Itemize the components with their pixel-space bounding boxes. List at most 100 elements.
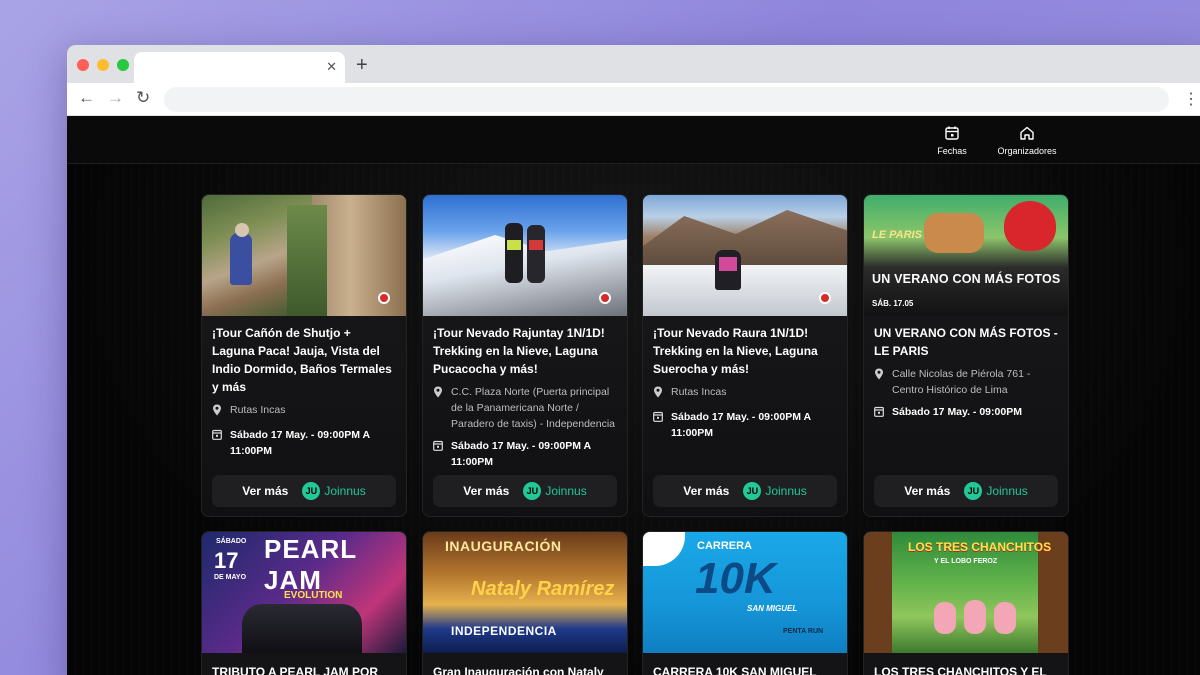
joinnus-label: Joinnus	[765, 484, 807, 498]
browser-menu-icon[interactable]: ⋮	[1183, 89, 1199, 109]
poster-sub: SAN MIGUEL	[747, 604, 798, 613]
new-tab-icon[interactable]: +	[356, 54, 368, 77]
event-image-poster-verano: LE PARIS UN VERANO CON MÁS FOTOS SÁB. 17…	[864, 195, 1068, 316]
events-grid: ¡Tour Cañón de Shutjo + Laguna Paca! Jau…	[67, 164, 1200, 675]
reload-icon[interactable]: ↻	[136, 88, 150, 108]
event-card[interactable]: CARRERA 10K SAN MIGUEL PENTA RUN CARRERA…	[642, 531, 848, 675]
close-window-icon[interactable]	[77, 59, 89, 71]
event-image-poster-chanchitos: LOS TRES CHANCHITOS Y EL LOBO FEROZ	[864, 532, 1068, 653]
joinnus-brand: JU Joinnus	[743, 482, 807, 500]
calendar-icon	[653, 409, 671, 441]
event-image-poster-nataly: INAUGURACIÓN Nataly Ramírez INDEPENDENCI…	[423, 532, 627, 653]
forward-icon[interactable]: →	[107, 88, 124, 108]
event-card[interactable]: INAUGURACIÓN Nataly Ramírez INDEPENDENCI…	[422, 531, 628, 675]
tab-bar: ✕ +	[67, 45, 1200, 83]
event-date-text: Sábado 17 May. - 09:00PM A 11:00PM	[451, 440, 591, 468]
poster-title: CARRERA	[697, 540, 752, 552]
event-card[interactable]: ¡Tour Cañón de Shutjo + Laguna Paca! Jau…	[201, 194, 407, 517]
organizer-logo-icon	[819, 292, 831, 304]
event-image-poster-pearljam: SÁBADO 17 DE MAYO PEARL JAM EVOLUTION	[202, 532, 406, 653]
event-image-mountain	[643, 195, 847, 316]
event-image-poster-10k: CARRERA 10K SAN MIGUEL PENTA RUN	[643, 532, 847, 653]
event-title: UN VERANO CON MÁS FOTOS - LE PARIS	[874, 326, 1058, 358]
ver-mas-label: Ver más	[463, 484, 510, 498]
poster-title: LOS TRES CHANCHITOS	[908, 540, 1052, 554]
joinnus-brand: JU Joinnus	[523, 482, 587, 500]
joinnus-label: Joinnus	[324, 484, 366, 498]
poster-title: INAUGURACIÓN	[445, 538, 562, 554]
event-organizer: Rutas Incas	[202, 396, 406, 421]
ver-mas-button[interactable]: Ver más JU Joinnus	[874, 475, 1058, 507]
poster-tag: PENTA RUN	[783, 628, 824, 635]
event-title: ¡Tour Nevado Raura 1N/1D! Trekking en la…	[653, 326, 818, 376]
event-location: Calle Nicolas de Piérola 761 - Centro Hi…	[864, 360, 1068, 398]
browser-tab[interactable]: ✕	[134, 52, 345, 83]
poster-sub: EVOLUTION	[284, 590, 343, 601]
joinnus-logo-icon: JU	[523, 482, 542, 500]
poster-sub: INDEPENDENCIA	[451, 624, 557, 638]
event-organizer-text: Rutas Incas	[230, 404, 286, 416]
joinnus-logo-icon: JU	[302, 482, 321, 500]
ver-mas-label: Ver más	[683, 484, 730, 498]
home-icon	[1020, 126, 1034, 140]
event-card[interactable]: ¡Tour Nevado Raura 1N/1D! Trekking en la…	[642, 194, 848, 517]
browser-window: ✕ + ← → ↻ ⋮ Fechas Organizadores ¡Tour C…	[67, 45, 1200, 675]
organizer-logo-icon	[378, 292, 390, 304]
close-tab-icon[interactable]: ✕	[326, 59, 337, 75]
calendar-icon	[212, 427, 230, 459]
nav-organizadores[interactable]: Organizadores	[992, 125, 1062, 156]
event-card[interactable]: LOS TRES CHANCHITOS Y EL LOBO FEROZ LOS …	[863, 531, 1069, 675]
poster-month: DE MAYO	[214, 574, 247, 581]
event-location-text: Calle Nicolas de Piérola 761 - Centro Hi…	[892, 368, 1031, 396]
event-image-snow	[423, 195, 627, 316]
calendar-icon	[433, 438, 451, 470]
poster-date: 17	[214, 548, 239, 573]
event-title: Gran Inauguración con Nataly	[433, 665, 604, 675]
event-location-text: C.C. Plaza Norte (Puerta principal de la…	[451, 386, 616, 430]
event-title: TRIBUTO A PEARL JAM POR	[212, 665, 379, 675]
event-image-canyon	[202, 195, 406, 316]
event-date-text: Sábado 17 May. - 09:00PM	[892, 406, 1022, 418]
poster-day: SÁBADO	[216, 538, 247, 545]
poster-big: 10K	[695, 554, 776, 603]
event-title: ¡Tour Nevado Rajuntay 1N/1D! Trekking en…	[433, 326, 605, 376]
joinnus-logo-icon: JU	[964, 482, 983, 500]
event-title: ¡Tour Cañón de Shutjo + Laguna Paca! Jau…	[212, 326, 392, 394]
ver-mas-button[interactable]: Ver más JU Joinnus	[653, 475, 837, 507]
event-title: CARRERA 10K SAN MIGUEL	[653, 665, 817, 675]
site-header: Fechas Organizadores	[67, 116, 1200, 164]
location-pin-icon	[653, 384, 671, 403]
event-date-text: Sábado 17 May. - 09:00PM A 11:00PM	[230, 429, 370, 457]
event-date: Sábado 17 May. - 09:00PM A 11:00PM	[423, 432, 627, 470]
nav-bar: ← → ↻ ⋮	[67, 83, 1200, 116]
back-icon[interactable]: ←	[78, 88, 95, 108]
minimize-window-icon[interactable]	[97, 59, 109, 71]
location-pin-icon	[874, 366, 892, 398]
location-pin-icon	[433, 384, 451, 432]
nav-fechas-label: Fechas	[937, 146, 967, 156]
poster-sub: Y EL LOBO FEROZ	[934, 558, 998, 565]
location-pin-icon	[212, 402, 230, 421]
poster-title: UN VERANO CON MÁS FOTOS	[872, 272, 1061, 286]
nav-organizadores-label: Organizadores	[997, 146, 1057, 156]
joinnus-brand: JU Joinnus	[302, 482, 366, 500]
joinnus-label: Joinnus	[986, 484, 1028, 498]
address-bar[interactable]	[164, 87, 1169, 112]
ver-mas-button[interactable]: Ver más JU Joinnus	[212, 475, 396, 507]
joinnus-label: Joinnus	[545, 484, 587, 498]
maximize-window-icon[interactable]	[117, 59, 129, 71]
poster-title: PEARL JAM	[264, 534, 357, 595]
event-card[interactable]: SÁBADO 17 DE MAYO PEARL JAM EVOLUTION TR…	[201, 531, 407, 675]
event-card[interactable]: ¡Tour Nevado Rajuntay 1N/1D! Trekking en…	[422, 194, 628, 517]
event-date-text: Sábado 17 May. - 09:00PM A 11:00PM	[671, 411, 811, 439]
nav-fechas[interactable]: Fechas	[928, 125, 976, 156]
event-date: Sábado 17 May. - 09:00PM A 11:00PM	[202, 421, 406, 459]
event-organizer-text: Rutas Incas	[671, 386, 727, 398]
ver-mas-button[interactable]: Ver más JU Joinnus	[433, 475, 617, 507]
poster-tag: LE PARIS	[872, 229, 922, 241]
calendar-icon	[945, 126, 959, 140]
poster-date: SÁB. 17.05	[872, 299, 914, 308]
ver-mas-label: Ver más	[242, 484, 289, 498]
window-controls	[77, 59, 129, 71]
event-card[interactable]: LE PARIS UN VERANO CON MÁS FOTOS SÁB. 17…	[863, 194, 1069, 517]
